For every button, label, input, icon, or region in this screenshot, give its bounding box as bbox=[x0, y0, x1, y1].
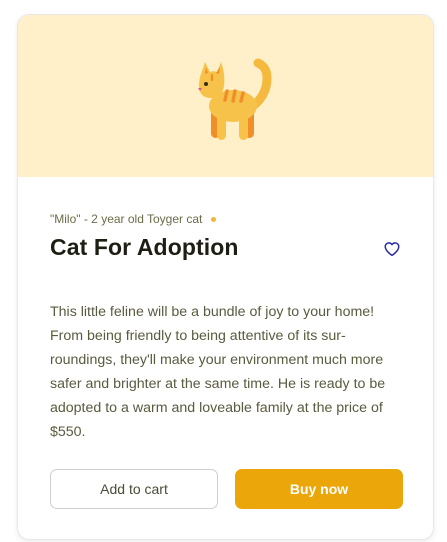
pet-meta: "Milo" - 2 year old Toyger cat bbox=[50, 212, 217, 226]
cat-icon bbox=[198, 58, 272, 140]
product-card: "Milo" - 2 year old Toyger cat Cat For A… bbox=[17, 14, 434, 540]
dot-icon bbox=[211, 216, 217, 222]
product-image-area bbox=[18, 15, 433, 177]
card-title: Cat For Adoption bbox=[50, 234, 239, 260]
buy-now-button[interactable]: Buy now bbox=[235, 469, 403, 509]
pet-meta-text: "Milo" - 2 year old Toyger cat bbox=[50, 212, 203, 226]
heart-outline-icon[interactable] bbox=[383, 240, 401, 258]
add-to-cart-button[interactable]: Add to cart bbox=[50, 469, 218, 509]
card-description: This little feline will be a bundle of j… bbox=[50, 304, 386, 440]
